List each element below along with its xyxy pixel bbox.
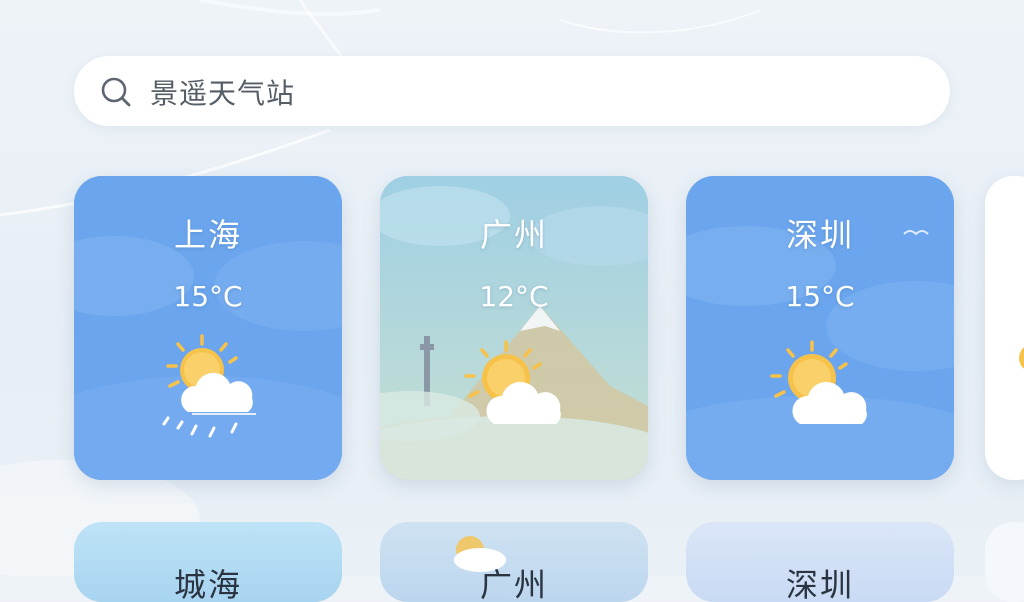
city-name: 深圳 [785,216,854,254]
search-icon [101,77,131,107]
sun-cloud-icon [464,340,561,424]
city-card-bottom-2[interactable]: 广州 [380,522,648,602]
sun-icon [1019,347,1024,369]
temperature: 15°C [785,280,855,313]
city-name: 城海 [173,566,242,602]
temperature: 15°C [173,280,243,313]
city-name: 广州 [479,566,548,602]
sun-cloud-icon [770,340,867,424]
city-name: 上海 [173,216,242,254]
city-card-partial[interactable] [985,176,1024,480]
city-card-guangzhou[interactable]: 广州 12°C [380,176,648,480]
temperature: 12°C [479,280,549,313]
search-bar[interactable]: 景遥天气站 [74,56,950,126]
city-card-shanghai[interactable]: 上海 15°C [74,176,342,480]
search-input[interactable]: 景遥天气站 [150,72,295,112]
city-name: 深圳 [785,566,854,602]
city-name: 广州 [479,216,548,254]
city-card-bottom-3[interactable]: 深圳 [686,522,954,602]
city-card-bottom-1[interactable]: 城海 [74,522,342,602]
sun-cloud-rain-icon [162,334,256,438]
city-card-shenzhen[interactable]: 深圳 15°C [686,176,954,480]
city-card-bottom-partial[interactable] [985,522,1024,602]
